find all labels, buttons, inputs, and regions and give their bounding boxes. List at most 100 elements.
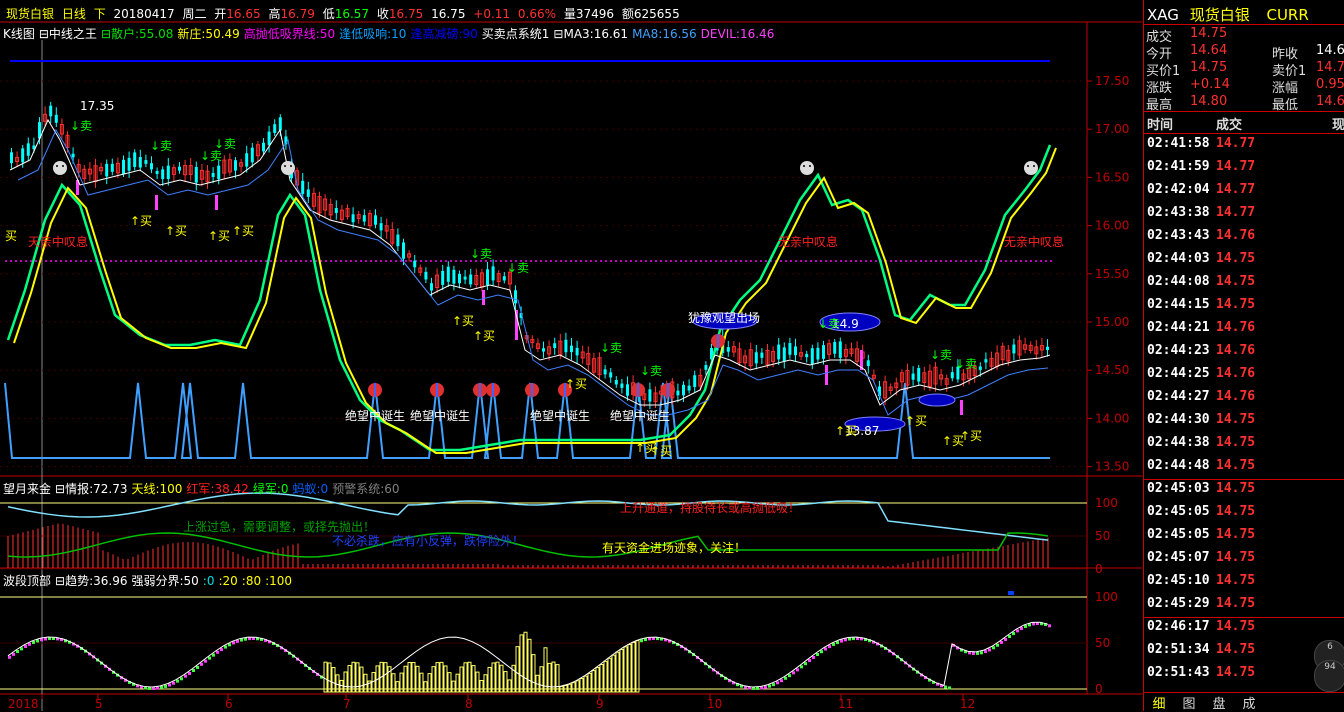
tick-row: 02:45:05 14.75 <box>1144 527 1344 550</box>
sub2-bar <box>567 683 572 693</box>
main-item-3[interactable]: 新庄:50.49 <box>177 27 239 41</box>
sub2-bar <box>583 675 588 693</box>
candle-body <box>1012 344 1016 354</box>
sub2-bar <box>200 662 203 666</box>
tab-chart[interactable]: 图 <box>1174 693 1204 712</box>
tick-row: 02:43:38 14.77 <box>1144 205 1344 228</box>
tick-price: 14.75 <box>1216 596 1256 611</box>
sub1-note-2: 上涨过急，需要调整，或择先抛出！ <box>183 519 375 534</box>
side-button-2-label: 94 <box>1324 662 1336 672</box>
tick-time: 02:44:03 <box>1147 251 1210 266</box>
sub2-bar <box>996 643 999 647</box>
tick-row: 02:44:21 14.76 <box>1144 320 1344 343</box>
quote-panel: XAG 现货白银 CURR 成交 14.75 今开 14.64 昨收 14.6 … <box>1143 0 1344 712</box>
side-button-2[interactable]: 94 <box>1314 660 1344 692</box>
sub1-item-3[interactable]: 红军:38.42 <box>186 482 248 496</box>
sub1-item-5[interactable]: 蚂蚁:0 <box>293 482 329 496</box>
main-item-6[interactable]: 逢高减磅:90 <box>410 27 477 41</box>
despair-label-2: 绝望中诞生 <box>410 408 470 423</box>
candle-body <box>469 274 473 285</box>
candle-body <box>491 266 495 281</box>
tick-row: 02:44:25 14.76 <box>1144 366 1344 389</box>
sub2-bar <box>796 668 799 672</box>
sub2-bar <box>984 650 987 654</box>
sub2-bar <box>776 681 779 685</box>
main-item-2[interactable]: ⊟散户:55.08 <box>101 27 173 41</box>
tick-time: 02:44:48 <box>1147 458 1210 473</box>
sub2-bar <box>607 657 612 693</box>
sub1-item-1[interactable]: ⊟情报:72.73 <box>55 482 127 496</box>
sub2-item-2[interactable]: 强弱分界:50 <box>131 574 198 588</box>
candle-body <box>917 368 921 382</box>
buy-signal-label: ↑买 <box>960 429 982 443</box>
sub2-bar <box>192 668 195 672</box>
sub2-bar <box>204 659 207 663</box>
sub2-item-6[interactable]: :100 <box>265 574 292 588</box>
candle-body <box>866 360 870 367</box>
candle-body <box>273 124 277 133</box>
sub2-bar <box>820 650 823 654</box>
candle-body <box>564 339 568 353</box>
red-dot-stem <box>637 383 639 397</box>
main-indicator-header: K线图 ⊟中线之王 ⊟散户:55.08 新庄:50.49 高抛低吸界线:50 逢低吸响:1… <box>3 25 778 42</box>
main-item-7[interactable]: 买卖点系统1 <box>482 27 550 41</box>
candle-body <box>245 153 249 167</box>
red-dot-stem <box>436 383 438 397</box>
main-item-8[interactable]: ⊟MA3:16.61 <box>553 27 628 41</box>
candle-body <box>430 283 433 291</box>
sub2-bar <box>359 666 364 693</box>
sub2-bar <box>1024 624 1027 628</box>
sub2-bar <box>980 651 983 655</box>
sigh-label-2: 无亲中叹息 <box>778 234 838 249</box>
sub2-bar <box>355 662 360 693</box>
candle-body <box>217 165 221 180</box>
hesitate-label: 犹豫观望出场 <box>688 311 760 325</box>
sub2-bar <box>523 631 528 693</box>
candle-body <box>838 341 842 358</box>
sub1-item-2[interactable]: 天线:100 <box>131 482 182 496</box>
x-tick-label: 10 <box>707 697 722 711</box>
sub2-item-5[interactable]: :80 <box>242 574 261 588</box>
sub1-item-0[interactable]: 望月来金 <box>3 482 51 496</box>
sub1-item-6[interactable]: 预警系统:60 <box>332 482 399 496</box>
buy-left-label: 买 <box>5 229 17 243</box>
tab-trades[interactable]: 成 <box>1234 693 1264 712</box>
sub2-bar <box>527 638 532 693</box>
tick-price: 14.76 <box>1216 228 1256 243</box>
main-item-5[interactable]: 逢低吸响:10 <box>339 27 406 41</box>
sub2-bar <box>196 665 199 669</box>
sub2-item-3[interactable]: :0 <box>203 574 215 588</box>
candle-body <box>127 157 131 171</box>
tab-orderbook[interactable]: 盘 <box>1204 693 1234 712</box>
tick-divider <box>1144 479 1344 480</box>
sub2-item-1[interactable]: ⊟趋势:36.96 <box>55 574 127 588</box>
sub1-item-4[interactable]: 绿军:0 <box>253 482 289 496</box>
chart-area[interactable]: 17.35 天亲中叹息 无亲中叹息 无亲中叹息 犹豫观望出场 14.9 13.8… <box>0 0 1142 711</box>
sub2-bar <box>543 647 548 693</box>
sub2-bar <box>599 663 604 693</box>
main-item-1[interactable]: ⊟中线之王 <box>39 27 97 41</box>
sub2-bar <box>495 661 500 693</box>
tab-detail[interactable]: 细 <box>1144 693 1174 712</box>
price-tick-label: 14.00 <box>1095 411 1129 425</box>
sub2-bar <box>515 646 520 693</box>
main-item-4[interactable]: 高抛低吸界线:50 <box>244 27 335 41</box>
sub2-bar <box>832 642 835 646</box>
candle-body <box>687 385 691 391</box>
sub2-item-4[interactable]: :20 <box>218 574 237 588</box>
sub2-bar <box>160 685 163 689</box>
main-item-9[interactable]: MA8:16.56 <box>632 27 697 41</box>
sub2-item-0[interactable]: 波段顶部 <box>3 574 51 588</box>
candle-body <box>458 273 461 284</box>
tick-price: 14.75 <box>1216 435 1256 450</box>
sub2-bar <box>395 681 400 693</box>
sub2-bar <box>8 655 11 659</box>
sub2-tick-label: 50 <box>1095 636 1110 650</box>
candle-body <box>911 373 915 380</box>
candle-body <box>620 383 624 388</box>
quote-title: XAG 现货白银 CURR <box>1147 4 1309 25</box>
main-item-10[interactable]: DEVIL:16.46 <box>701 27 775 41</box>
sub2-bar <box>443 665 448 693</box>
sub2-bar <box>575 680 580 693</box>
main-item-0[interactable]: K线图 <box>3 27 35 41</box>
